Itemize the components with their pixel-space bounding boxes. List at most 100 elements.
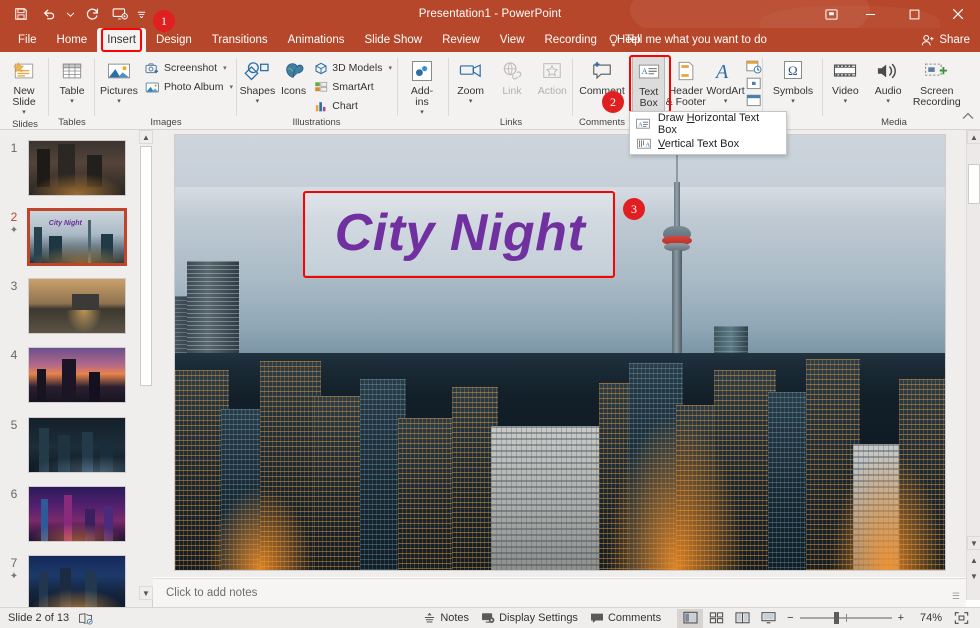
tab-file[interactable]: File (8, 28, 47, 52)
slide-scroll-up-button[interactable]: ▲ (967, 130, 980, 144)
zoom-percent-label[interactable]: 74% (910, 612, 942, 624)
zoom-slider-knob[interactable] (833, 612, 839, 624)
close-button[interactable] (936, 0, 980, 28)
customize-qat-caret-icon[interactable] (135, 2, 148, 26)
tab-view[interactable]: View (490, 28, 535, 52)
photo-album-button[interactable]: Photo Album ▾ (142, 78, 236, 96)
header-footer-button[interactable]: Header & Footer (665, 55, 706, 113)
display-settings-button[interactable]: Display Settings (475, 609, 584, 628)
new-slide-label: New Slide (12, 85, 36, 108)
slide-scroll-thumb[interactable] (968, 164, 980, 204)
shapes-button[interactable]: Shapes ▾ (238, 55, 277, 113)
thumbnail-slide-4[interactable]: 4 (0, 347, 140, 403)
screenshot-button[interactable]: Screenshot ▾ (142, 59, 236, 77)
undo-icon[interactable] (36, 2, 62, 26)
collapse-ribbon-button[interactable] (962, 112, 974, 120)
thumbnail-slide-6[interactable]: 6 (0, 486, 140, 542)
menu-item-draw-horizontal-text-box[interactable]: A Draw Horizontal Text Box (630, 112, 786, 136)
normal-view-button[interactable] (677, 608, 704, 628)
new-slide-button[interactable]: New Slide ▾ (2, 55, 46, 118)
ribbon-group-label-tables: Tables (58, 117, 86, 128)
audio-caret-icon[interactable]: ▾ (886, 96, 890, 107)
smartart-button[interactable]: SmartArt (310, 78, 395, 96)
tab-review[interactable]: Review (432, 28, 490, 52)
audio-button[interactable]: Audio ▾ (867, 55, 910, 113)
symbols-button[interactable]: Ω Symbols ▾ (764, 55, 822, 113)
slide-show-button[interactable] (755, 609, 781, 628)
object-icon[interactable] (745, 93, 762, 108)
next-slide-button[interactable]: ▼ (968, 570, 980, 583)
undo-dropdown-caret-icon[interactable] (64, 2, 77, 26)
photo-album-caret-icon[interactable]: ▾ (229, 83, 233, 91)
wordart-button[interactable]: A WordArt ▾ (706, 55, 745, 113)
pictures-caret-icon[interactable]: ▾ (117, 96, 121, 107)
slide-area-scrollbar[interactable]: ▲ ▼ ▲ ▼ (966, 130, 980, 600)
current-slide[interactable]: City Night (175, 135, 945, 570)
symbols-caret-icon[interactable]: ▾ (791, 96, 795, 107)
tab-insert[interactable]: Insert (97, 28, 146, 52)
share-button[interactable]: Share (921, 28, 970, 52)
table-caret-icon[interactable]: ▾ (70, 96, 74, 107)
save-icon[interactable] (8, 2, 34, 26)
zoom-out-button[interactable]: − (787, 612, 793, 624)
chart-button[interactable]: Chart (310, 97, 395, 115)
action-button[interactable]: Action (533, 55, 572, 113)
add-ins-button[interactable]: Add- ins ▾ (400, 55, 444, 118)
tab-recording[interactable]: Recording (535, 28, 607, 52)
pictures-button[interactable]: Pictures ▾ (96, 55, 142, 113)
table-button[interactable]: Table ▾ (50, 55, 94, 113)
shapes-caret-icon[interactable]: ▾ (256, 96, 260, 107)
tab-home[interactable]: Home (47, 28, 98, 52)
icons-button[interactable]: Icons (277, 55, 311, 113)
menu-item-vertical-text-box[interactable]: A Vertical Text Box (630, 134, 786, 154)
accessibility-checker-icon[interactable] (78, 612, 93, 625)
notes-resize-grip[interactable]: ☰ (952, 591, 960, 602)
slide-text-box[interactable]: City Night (305, 190, 615, 275)
video-button[interactable]: Video ▾ (824, 55, 867, 113)
thumbnail-slide-5[interactable]: 5 (0, 417, 140, 473)
comments-toggle-button[interactable]: Comments (584, 609, 667, 628)
slide-scroll-down-button[interactable]: ▼ (967, 536, 980, 550)
3d-models-caret-icon[interactable]: ▾ (388, 64, 392, 72)
video-caret-icon[interactable]: ▾ (844, 96, 848, 107)
thumbnail-scroll-down-button[interactable]: ▼ (139, 586, 153, 600)
notes-pane[interactable]: Click to add notes ☰ (153, 578, 966, 608)
tab-animations[interactable]: Animations (278, 28, 355, 52)
ribbon-display-options-icon[interactable] (814, 0, 848, 28)
zoom-slider[interactable] (799, 611, 892, 625)
thumbnail-slide-3[interactable]: 3 (0, 278, 140, 334)
tab-transitions[interactable]: Transitions (202, 28, 278, 52)
minimize-button[interactable] (848, 0, 892, 28)
tell-me-search[interactable]: Tell me what you want to do (608, 28, 767, 52)
slide-sorter-view-button[interactable] (703, 609, 729, 628)
3d-models-button[interactable]: 3D Models ▾ (310, 59, 395, 77)
reading-view-button[interactable] (729, 609, 755, 628)
tab-design[interactable]: Design (146, 28, 202, 52)
thumbnail-scroll-thumb[interactable] (140, 146, 152, 386)
thumbnail-slide-2[interactable]: 2 ✦ City Night (0, 208, 140, 266)
link-button[interactable]: Link (491, 55, 532, 113)
slide-editing-area[interactable]: City Night (153, 130, 966, 577)
screen-recording-button[interactable]: Screen Recording (910, 55, 964, 113)
slide-number-icon[interactable] (745, 76, 762, 91)
thumbnail-slide-1[interactable]: 1 (0, 140, 140, 196)
wordart-caret-icon[interactable]: ▾ (724, 96, 728, 107)
slide-thumbnail-pane[interactable]: 1 2 ✦ City Night 3 4 5 6 7 ✦ (0, 130, 153, 608)
thumbnail-slide-7[interactable]: 7 ✦ (0, 555, 140, 608)
thumbnail-scroll-up-button[interactable]: ▲ (139, 130, 153, 144)
maximize-button[interactable] (892, 0, 936, 28)
date-and-time-icon[interactable] (745, 59, 762, 74)
add-ins-caret-icon[interactable]: ▾ (420, 107, 424, 118)
screenshot-caret-icon[interactable]: ▾ (223, 64, 227, 72)
redo-icon[interactable] (79, 2, 105, 26)
zoom-button[interactable]: Zoom ▾ (450, 55, 491, 113)
start-presentation-icon[interactable] (107, 2, 133, 26)
zoom-in-button[interactable]: + (898, 612, 904, 624)
tab-slide-show[interactable]: Slide Show (355, 28, 433, 52)
fit-slide-to-window-button[interactable] (948, 609, 974, 628)
previous-slide-button[interactable]: ▲ (968, 554, 980, 567)
notes-toggle-button[interactable]: Notes (417, 609, 475, 628)
new-slide-caret-icon[interactable]: ▾ (22, 107, 26, 118)
zoom-caret-icon[interactable]: ▾ (469, 96, 473, 107)
thumbnail-pane-scrollbar[interactable]: ▲ ▼ (139, 130, 153, 600)
